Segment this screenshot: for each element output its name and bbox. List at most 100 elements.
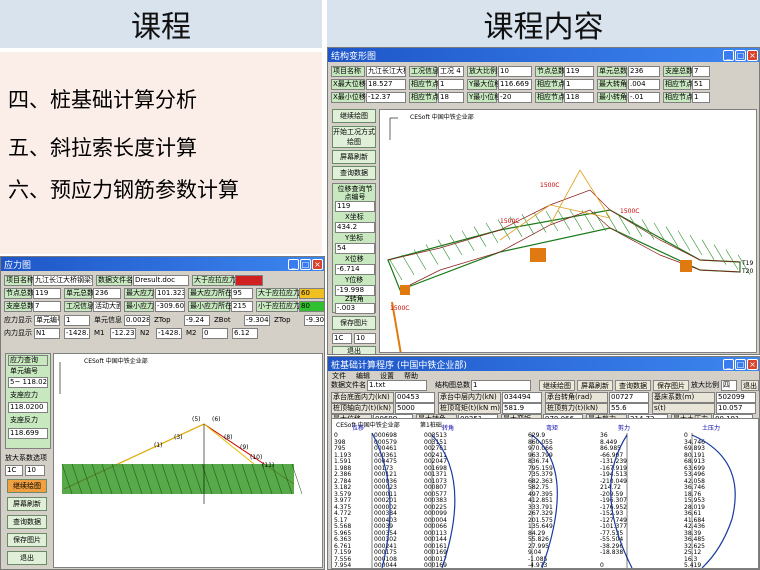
disp-field-value-7[interactable]: 1 (438, 79, 464, 90)
minimize-icon[interactable]: _ (288, 258, 299, 270)
query-button[interactable]: 查询数据 (332, 166, 376, 180)
pile-row2-value-1[interactable]: 034494 (502, 392, 542, 403)
disp-field-value-15[interactable]: 118 (564, 92, 594, 103)
stress-field-value-12[interactable]: 80 (299, 301, 324, 312)
save-image-button[interactable]: 保存图片 (332, 316, 376, 330)
maximize-icon[interactable]: □ (735, 49, 746, 61)
stress-continue-button[interactable]: 继续绘图 (7, 479, 47, 493)
stress-save-button[interactable]: 保存图片 (7, 533, 47, 547)
disp-field-value-17[interactable]: 1 (692, 92, 710, 103)
stress-row3-label-0: 内力显示 (4, 329, 32, 337)
menu-edit[interactable]: 编辑 (356, 371, 370, 380)
minimize-icon[interactable]: _ (723, 49, 734, 61)
pile-row2-value-3[interactable]: 502099 (716, 392, 756, 403)
rot-field[interactable]: -.003 (335, 303, 375, 314)
continue-draw-button[interactable]: 继续绘图 (332, 109, 376, 123)
stress-field-value-0[interactable]: 九江长江大桥钢梁验 (33, 275, 93, 286)
disp-field-value-13[interactable]: 18 (438, 92, 464, 103)
pile-canvas[interactable]: CESoft 中国中铁企业部 第1桩础 位移 0 398 795 1.193 1.591 1… (331, 418, 759, 569)
stress-field-value-2[interactable] (235, 275, 263, 286)
disp-field-value-12[interactable]: -12.37 (366, 92, 406, 103)
stress-row3-value-2[interactable]: -12.23 (110, 328, 136, 339)
node-select[interactable]: 119 (335, 201, 375, 212)
zoom-combo[interactable]: 10 (354, 333, 376, 344)
disp-field-value-11[interactable]: 51 (692, 79, 710, 90)
support-stress-field[interactable]: 118.0200 (8, 402, 48, 413)
disp-field-value-1[interactable]: 工况 4 (438, 66, 464, 77)
stress-row3-value-5[interactable]: 6.12 (232, 328, 258, 339)
pile-row3-value-0[interactable]: 5000 (395, 403, 435, 414)
xcoord-field[interactable]: 434.2 (335, 222, 375, 233)
pile-row2-value-0[interactable]: 00453 (395, 392, 435, 403)
disp-field-value-16[interactable]: -.01 (628, 92, 660, 103)
stress-query-button[interactable]: 查询数据 (7, 515, 47, 529)
pile-row3-value-2[interactable]: 55.6 (609, 403, 649, 414)
pile-zoom-value[interactable]: 四 (721, 380, 737, 391)
close-icon[interactable]: × (747, 49, 758, 61)
stress-field-value-3[interactable]: 119 (33, 288, 61, 299)
maximize-icon[interactable]: □ (735, 358, 746, 370)
disp-field-value-9[interactable]: 1 (564, 79, 594, 90)
stress-window: 应力图 _ □ × 项目名称 九江长江大桥钢梁验 数据文件名 Dresult.doc 大于应… (0, 256, 325, 570)
minimize-icon[interactable]: _ (723, 358, 734, 370)
pile-row3-value-1[interactable]: 581.9 (502, 403, 542, 414)
disp-field-value-14[interactable]: -20 (498, 92, 532, 103)
stress-row2-value-4[interactable]: -9.304 (244, 315, 270, 326)
stress-field-value-6[interactable]: 95 (231, 288, 253, 299)
pile-exit-button[interactable]: 退出 (741, 380, 759, 391)
displacement-canvas[interactable]: CESoft 中国中铁企业部 1500C 1500C 1500C 1500C T… (379, 109, 757, 353)
disp-field-value-2[interactable]: 10 (498, 66, 532, 77)
close-icon[interactable]: × (747, 358, 758, 370)
pile-row2-value-2[interactable]: 00727 (609, 392, 649, 403)
disp-field-value-3[interactable]: 119 (564, 66, 594, 77)
stress-field-value-11[interactable]: 215 (231, 301, 253, 312)
stress-refresh-button[interactable]: 屏幕刷新 (7, 497, 47, 511)
stress-field-value-7[interactable]: 60 (299, 288, 324, 299)
close-icon[interactable]: × (312, 258, 323, 270)
stress-row3-value-1[interactable]: -1428.09 (64, 328, 90, 339)
stress-row2-value-1[interactable]: 1 (64, 315, 90, 326)
stress-row3-value-4[interactable]: 0 (202, 328, 228, 339)
stress-exit-button[interactable]: 退出 (7, 551, 47, 565)
disp-field-value-4[interactable]: 236 (628, 66, 660, 77)
stress-row3-value-0[interactable]: N1 (34, 328, 60, 339)
stress-row2-value-0[interactable]: 单元编号 (34, 315, 60, 326)
xdisp-field[interactable]: -6.714 (335, 264, 375, 275)
disp-field-value-10[interactable]: .004 (628, 79, 660, 90)
stress-field-value-8[interactable]: 7 (33, 301, 61, 312)
stress-case-combo[interactable]: 1C (5, 465, 23, 476)
stress-field-value-4[interactable]: 236 (93, 288, 121, 299)
case-combo[interactable]: 1C (332, 333, 352, 344)
case-draw-button[interactable]: 开始工况方式绘图 (332, 126, 376, 148)
pile-action-button-2[interactable]: 查询数据 (615, 380, 651, 391)
menu-settings[interactable]: 设置 (380, 371, 394, 380)
disp-field-value-5[interactable]: 7 (692, 66, 710, 77)
unit-select[interactable]: 5~ 118.02 (8, 377, 48, 388)
menu-file[interactable]: 文件 (332, 371, 346, 380)
stress-row2-value-5[interactable]: -9.302 (304, 315, 324, 326)
refresh-button[interactable]: 屏幕刷新 (332, 150, 376, 164)
stress-canvas[interactable]: CESoft 中国中铁企业部 (1) (3) (5) (6) (8) (9) (… (53, 353, 323, 568)
stress-row2-value-3[interactable]: -9.24 (184, 315, 210, 326)
stress-field-value-5[interactable]: 101.323 (155, 288, 185, 299)
stress-field-value-9[interactable]: 活动大面 (93, 301, 121, 312)
disp-field-value-0[interactable]: 九江长江大桥钢 (366, 66, 406, 77)
stress-row3-value-3[interactable]: -1428.09 (156, 328, 182, 339)
exit-button[interactable]: 退出 (332, 346, 376, 354)
maximize-icon[interactable]: □ (300, 258, 311, 270)
pile-action-button-0[interactable]: 继续绘图 (539, 380, 575, 391)
pile-row1-value-1[interactable]: 1 (471, 380, 531, 391)
support-reaction-field[interactable]: 118.699 (8, 428, 48, 439)
menu-help[interactable]: 帮助 (404, 371, 418, 380)
stress-field-value-1[interactable]: Dresult.doc (133, 275, 189, 286)
stress-field-value-10[interactable]: -309.609 (155, 301, 185, 312)
stress-row2-value-2[interactable]: 0.00285 (124, 315, 150, 326)
ycoord-field[interactable]: 54 (335, 243, 375, 254)
pile-row3-value-3[interactable]: 10.057 (716, 403, 756, 414)
stress-zoom-combo[interactable]: 10 (25, 465, 45, 476)
disp-field-value-6[interactable]: 18.527 (366, 79, 406, 90)
disp-field-value-8[interactable]: 116.669 (498, 79, 532, 90)
pile-row1-value-0[interactable]: 1.txt (367, 380, 427, 391)
pile-action-button-3[interactable]: 保存图片 (653, 380, 689, 391)
pile-action-button-1[interactable]: 屏幕刷新 (577, 380, 613, 391)
